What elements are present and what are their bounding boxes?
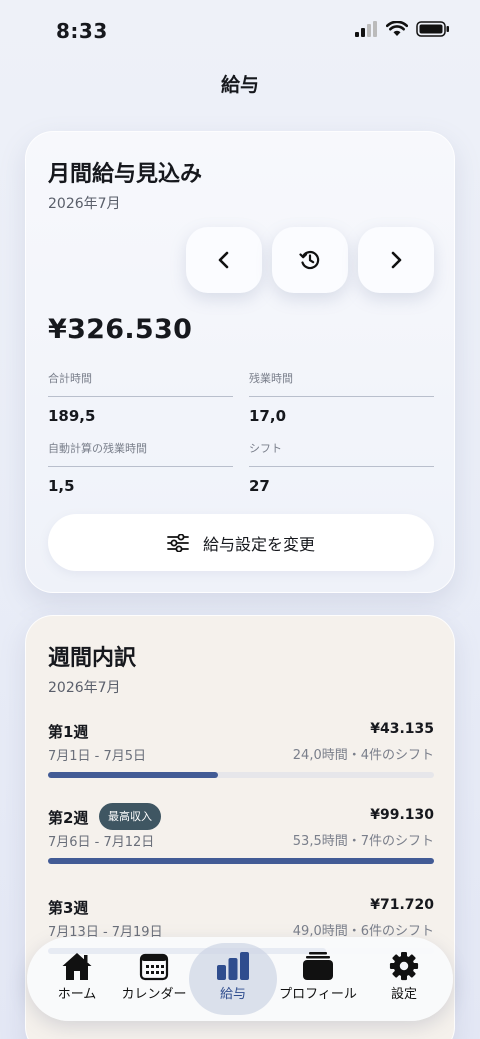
stat-label: 自動計算の残業時間 xyxy=(48,440,233,467)
stat-value: 1,5 xyxy=(48,477,75,495)
monthly-pay-amount: ¥326.530 xyxy=(48,314,193,345)
history-icon xyxy=(299,250,320,270)
status-bar: 8:33 xyxy=(0,0,480,62)
stat-label: 残業時間 xyxy=(249,370,434,397)
tab-label: ホーム xyxy=(57,987,97,1002)
tab-calendar[interactable]: カレンダー xyxy=(110,943,198,1015)
week-label: 第3週 xyxy=(48,899,89,917)
stat-value: 189,5 xyxy=(48,407,96,425)
status-time: 8:33 xyxy=(56,19,108,43)
card-stack-icon xyxy=(303,952,333,980)
week-meta: 24,0時間・4件のシフト xyxy=(292,748,434,763)
tab-label: プロフィール xyxy=(279,987,357,1002)
monthly-pay-month: 2026年7月 xyxy=(48,196,121,212)
stat-value: 17,0 xyxy=(249,407,287,425)
week-label: 第2週 xyxy=(48,809,89,827)
sliders-icon xyxy=(167,533,189,552)
weekly-breakdown-title: 週間内訳 xyxy=(48,646,137,671)
week-dates: 7月1日 - 7月5日 xyxy=(48,749,147,764)
week-meta: 53,5時間・7件のシフト xyxy=(292,834,434,849)
weekly-breakdown-month: 2026年7月 xyxy=(48,680,121,696)
chevron-right-icon xyxy=(391,251,402,269)
tab-label: 設定 xyxy=(390,987,417,1002)
change-pay-settings-button[interactable]: 給与設定を変更 xyxy=(48,514,434,571)
week-progress-fill xyxy=(48,772,218,778)
stat-label: シフト xyxy=(249,440,434,467)
previous-month-button[interactable] xyxy=(186,227,262,293)
week-amount: ¥99.130 xyxy=(370,807,434,823)
gear-icon xyxy=(389,951,419,981)
house-icon xyxy=(62,953,92,980)
status-icons xyxy=(354,21,450,37)
tab-bar: ホーム カレンダー 給与 プロフィール 設定 xyxy=(27,937,453,1021)
next-month-button[interactable] xyxy=(358,227,434,293)
week-progress-fill xyxy=(48,858,434,864)
stat-overtime-hours: 残業時間 17,0 xyxy=(249,370,434,425)
calendar-icon xyxy=(139,953,169,981)
bar-chart-icon xyxy=(217,952,249,980)
tab-label: 給与 xyxy=(219,987,246,1002)
week-amount: ¥71.720 xyxy=(370,897,434,913)
tab-pay[interactable]: 給与 xyxy=(189,943,277,1015)
page-title: 給与 xyxy=(220,74,259,96)
monthly-pay-card: 月間給与見込み 2026年7月 ¥326.530 合計時間 189,5 残業時間… xyxy=(25,131,455,593)
stat-auto-overtime: 自動計算の残業時間 1,5 xyxy=(48,440,233,495)
stat-shifts: シフト 27 xyxy=(249,440,434,495)
week-dates: 7月6日 - 7月12日 xyxy=(48,835,155,850)
cellular-signal-icon xyxy=(355,21,377,37)
chevron-left-icon xyxy=(218,251,229,269)
change-pay-settings-label: 給与設定を変更 xyxy=(202,534,315,554)
monthly-pay-title: 月間給与見込み xyxy=(48,162,203,187)
wifi-icon xyxy=(386,21,408,36)
week-amount: ¥43.135 xyxy=(370,721,434,737)
tab-home[interactable]: ホーム xyxy=(33,943,121,1015)
week-progress-track xyxy=(48,772,434,778)
week-progress-track xyxy=(48,858,434,864)
tab-settings[interactable]: 設定 xyxy=(360,943,448,1015)
stat-total-hours: 合計時間 189,5 xyxy=(48,370,233,425)
battery-icon xyxy=(416,21,449,37)
stat-label: 合計時間 xyxy=(48,370,233,397)
top-earnings-badge: 最高収入 xyxy=(99,803,161,830)
stat-value: 27 xyxy=(249,477,270,495)
history-button[interactable] xyxy=(272,227,348,293)
tab-label: カレンダー xyxy=(121,987,187,1002)
week-label: 第1週 xyxy=(48,723,89,741)
tab-profile[interactable]: プロフィール xyxy=(274,943,362,1015)
